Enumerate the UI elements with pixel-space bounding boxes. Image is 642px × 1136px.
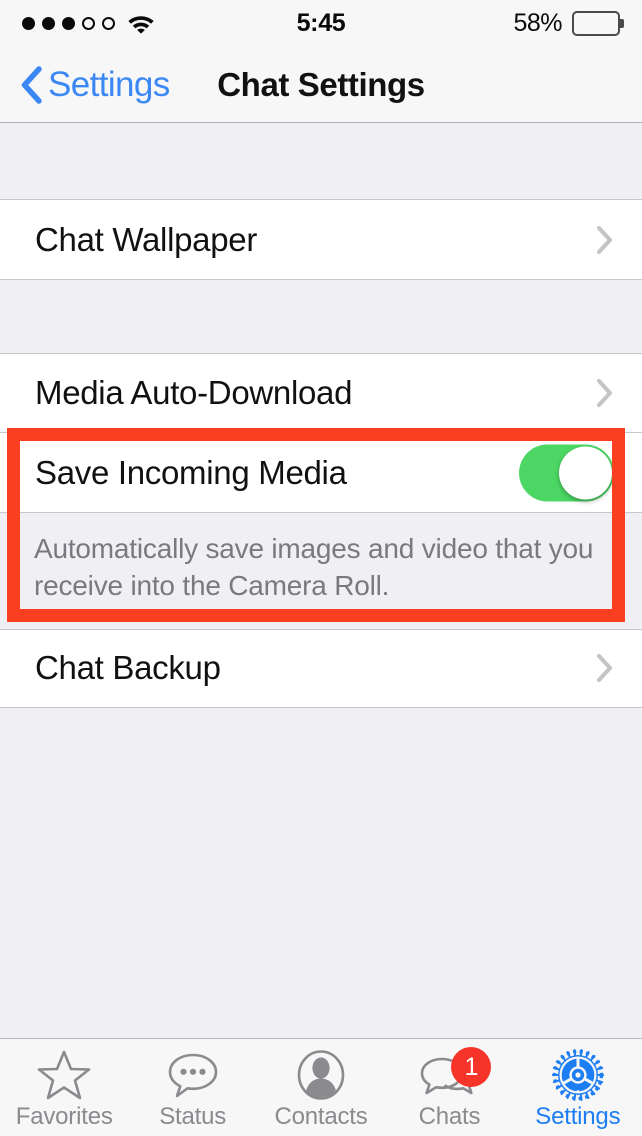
tab-chats[interactable]: 1 Chats <box>385 1039 513 1136</box>
row-chat-backup[interactable]: Chat Backup <box>0 628 642 708</box>
battery-icon <box>572 10 624 36</box>
gear-icon <box>551 1049 605 1101</box>
tab-label: Favorites <box>15 1103 113 1130</box>
tab-label: Chats <box>418 1103 481 1130</box>
row-media-auto-download[interactable]: Media Auto-Download <box>0 354 642 433</box>
tab-label: Contacts <box>274 1103 368 1130</box>
chevron-right-icon <box>596 225 614 255</box>
tab-label: Settings <box>535 1103 621 1130</box>
tab-bar: Favorites Status Contacts 1 Chats Settin… <box>0 1038 642 1136</box>
section-footer-text: Automatically save images and video that… <box>0 512 642 629</box>
chat-bubbles-icon: 1 <box>419 1047 492 1101</box>
row-label: Save Incoming Media <box>35 453 347 491</box>
save-incoming-media-toggle[interactable] <box>519 444 614 501</box>
chats-unread-badge: 1 <box>451 1047 492 1087</box>
toggle-knob <box>559 446 612 499</box>
tab-status[interactable]: Status <box>128 1039 256 1136</box>
status-bar: 5:45 58% <box>0 0 642 46</box>
section-gap-middle <box>0 279 642 354</box>
speech-bubble-dots-icon <box>166 1049 220 1101</box>
tab-contacts[interactable]: Contacts <box>257 1039 385 1136</box>
battery-percentage: 58% <box>513 8 562 37</box>
chevron-right-icon <box>596 653 614 683</box>
tab-favorites[interactable]: Favorites <box>0 1039 128 1136</box>
star-icon <box>37 1049 91 1101</box>
row-chat-wallpaper[interactable]: Chat Wallpaper <box>0 200 642 279</box>
row-label: Chat Wallpaper <box>35 220 258 258</box>
tab-settings[interactable]: Settings <box>514 1039 642 1136</box>
row-label: Media Auto-Download <box>35 374 353 411</box>
empty-area <box>0 707 642 993</box>
tab-label: Status <box>159 1103 227 1130</box>
settings-list: Chat Wallpaper Media Auto-Download Save … <box>0 123 642 993</box>
chevron-right-icon <box>596 378 614 408</box>
status-bar-right: 58% <box>513 0 624 46</box>
row-save-incoming-media[interactable]: Save Incoming Media <box>0 433 642 512</box>
person-icon <box>294 1049 348 1101</box>
phone-screen: 5:45 58% Settings Chat Settings Chat Wal… <box>0 0 642 1136</box>
row-label: Chat Backup <box>35 649 221 687</box>
section-gap-top <box>0 123 642 200</box>
page-title: Chat Settings <box>217 65 425 103</box>
navigation-bar: Settings Chat Settings <box>0 46 642 123</box>
